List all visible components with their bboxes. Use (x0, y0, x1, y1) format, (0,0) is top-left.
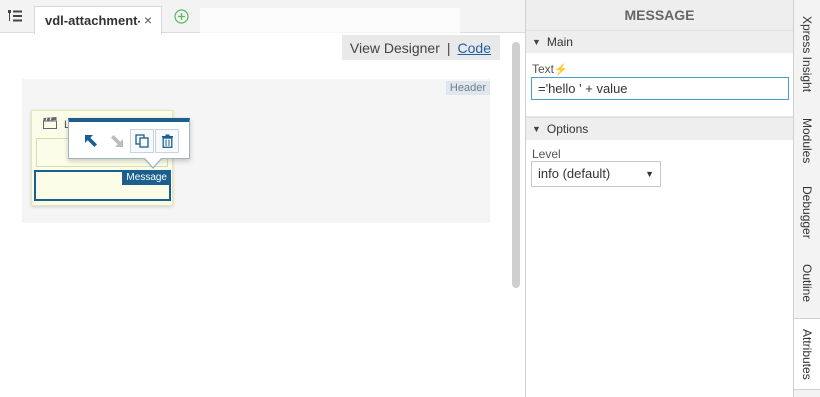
move-up-left-button[interactable] (79, 129, 103, 153)
tab-placeholder (200, 8, 460, 34)
tab-xpress-insight[interactable]: Xpress Insight (794, 0, 820, 108)
view-toggle: View Designer | Code (341, 35, 500, 60)
collapse-triangle-icon: ▼ (532, 37, 541, 47)
section-options-header[interactable]: ▼ Options (526, 117, 793, 140)
text-expression-input[interactable]: ='hello ' + value (531, 77, 789, 100)
tab-modules[interactable]: Modules (794, 108, 820, 174)
collapse-triangle-icon: ▼ (532, 124, 541, 134)
tab-xpress-insight-label: Xpress Insight (800, 15, 814, 93)
tab-outline[interactable]: Outline (794, 250, 820, 316)
tab-outline-label: Outline (800, 263, 814, 303)
popup-pointer (145, 158, 161, 167)
side-tab-bar: Xpress Insight Modules Debugger Outline … (793, 0, 820, 397)
move-down-right-button[interactable] (105, 129, 129, 153)
text-field-label: Text⚡ (532, 62, 568, 76)
app-root: vdl-attachment- × View Designer | Code H… (0, 0, 820, 397)
editor-area: vdl-attachment- × View Designer | Code H… (0, 0, 525, 397)
header-badge: Header (445, 81, 490, 95)
plus-circle-icon[interactable] (174, 9, 189, 24)
message-tag: Message (122, 170, 171, 185)
lightning-bolt-icon[interactable]: ⚡ (554, 64, 568, 76)
clapperboard-icon (43, 117, 57, 129)
section-options-label: Options (546, 122, 589, 136)
section-main-header[interactable]: ▼ Main (526, 30, 793, 53)
vertical-scrollbar[interactable] (512, 42, 520, 288)
arrow-down-right-icon (111, 135, 123, 147)
trash-icon (161, 134, 173, 148)
chevron-down-icon: ▼ (645, 169, 654, 179)
view-toggle-separator: | (446, 39, 451, 56)
panel-title: MESSAGE (526, 0, 793, 30)
tab-modules-label: Modules (800, 118, 814, 164)
copy-button[interactable] (130, 129, 154, 153)
tab-debugger[interactable]: Debugger (794, 174, 820, 250)
section-main-label: Main (546, 35, 573, 49)
tab-attributes-label: Attributes (800, 328, 814, 380)
delete-button[interactable] (155, 129, 179, 153)
attributes-panel: MESSAGE ▼ Main Text⚡ ▼ Options Level ='h… (525, 0, 793, 397)
tab-attributes[interactable]: Attributes (794, 318, 820, 390)
element-toolbar-popup (68, 118, 190, 169)
tab-vdl-attachment[interactable]: vdl-attachment- × (34, 6, 162, 34)
arrow-up-left-icon (85, 135, 97, 147)
text-label: Text (532, 62, 555, 76)
copy-icon (135, 134, 149, 148)
tab-debugger-label: Debugger (800, 185, 814, 239)
tab-label: vdl-attachment- (45, 13, 140, 28)
level-label: Level (532, 147, 561, 161)
tree-menu-icon[interactable] (8, 10, 22, 22)
view-designer-link[interactable]: View Designer (350, 40, 440, 56)
message-block[interactable]: Message (34, 170, 171, 201)
close-icon[interactable]: × (144, 13, 152, 27)
code-link[interactable]: Code (458, 40, 491, 56)
level-select[interactable]: info (default) ▼ (531, 161, 661, 187)
tab-bar: vdl-attachment- × (0, 0, 525, 34)
level-select-value: info (default) (538, 166, 611, 181)
